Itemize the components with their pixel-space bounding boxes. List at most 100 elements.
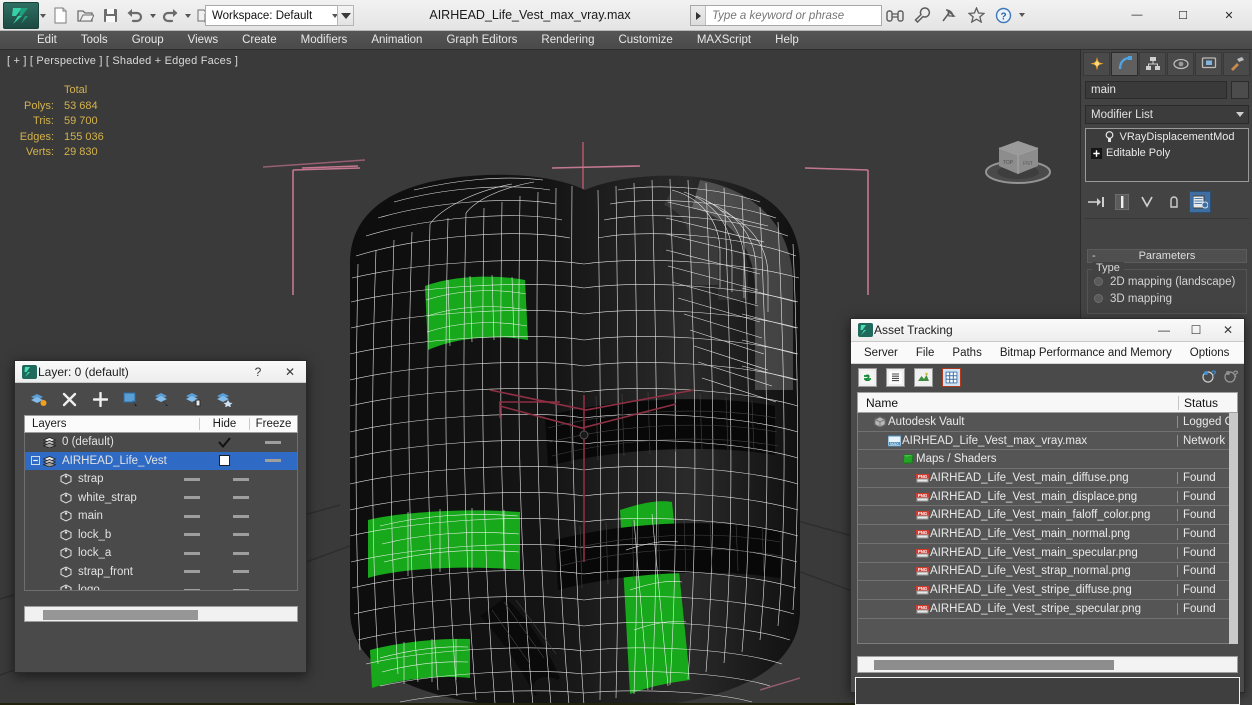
menu-item-graph-editors[interactable]: Graph Editors [434,31,529,50]
asset-row[interactable]: PNG AIRHEAD_Life_Vest_main_faloff_color.… [858,506,1237,526]
asset-row[interactable]: PNG AIRHEAD_Life_Vest_stripe_diffuse.png… [858,581,1237,600]
close-button[interactable]: ✕ [1206,0,1252,30]
layer-hide-cell[interactable] [167,551,217,555]
asset-row[interactable]: PNG AIRHEAD_Life_Vest_strap_normal.png F… [858,562,1237,582]
modifier-list-dropdown[interactable]: Modifier List [1085,105,1249,124]
menu-item-animation[interactable]: Animation [359,31,434,50]
asset-row[interactable]: PNG AIRHEAD_Life_Vest_stripe_specular.pn… [858,599,1237,619]
layer-row[interactable]: lock_a [25,544,297,563]
asset-dialog-title-bar[interactable]: Asset Tracking — ☐ ✕ [851,319,1244,342]
thumbnail-view-icon[interactable] [914,367,933,387]
refresh-icon[interactable]: 2 [858,367,877,387]
motion-tab[interactable] [1167,52,1194,76]
layer-freeze-cell[interactable] [249,440,297,444]
asset-row[interactable]: Autodesk Vault Logged O [858,413,1237,432]
application-menu-caret-icon[interactable] [40,14,46,18]
menu-item-modifiers[interactable]: Modifiers [289,31,360,50]
layer-row[interactable]: main [25,507,297,526]
layer-freeze-cell[interactable] [249,459,297,463]
grid-view-icon[interactable] [942,367,961,387]
search-dropdown-arrow-icon[interactable] [691,6,706,25]
layer-hide-cell[interactable] [167,514,217,518]
asset-row[interactable]: PNG AIRHEAD_Life_Vest_main_displace.png … [858,487,1237,507]
layer-hide-cell[interactable] [167,477,217,481]
remove-modifier-icon[interactable] [1163,191,1185,213]
set-current-layer-icon[interactable] [215,390,233,408]
hierarchy-tab[interactable] [1139,52,1166,76]
parameters-rollout-header[interactable]: - Parameters [1087,249,1247,263]
search-box[interactable] [690,5,882,26]
open-file-icon[interactable] [73,4,97,28]
layer-close-button[interactable]: ✕ [274,360,306,383]
menu-item-tools[interactable]: Tools [69,31,120,50]
asset-vertical-scrollbar[interactable] [1229,413,1238,644]
asset-scrollbar-thumb[interactable] [874,660,1114,670]
select-objects-icon[interactable] [122,390,140,408]
maximize-button[interactable]: ☐ [1160,0,1206,30]
modifier-stack[interactable]: VRayDisplacementMod Editable Poly [1085,128,1249,182]
delete-layer-icon[interactable] [60,390,78,408]
asset-row[interactable]: PNG AIRHEAD_Life_Vest_main_diffuse.png F… [858,469,1237,488]
configure-modifier-sets-icon[interactable] [1189,191,1211,213]
asset-menu-bitmap-performance[interactable]: Bitmap Performance and Memory [991,342,1181,364]
layer-hide-cell[interactable] [167,496,217,500]
save-file-icon[interactable] [98,4,122,28]
utilities-tab[interactable] [1223,52,1250,76]
create-tab[interactable] [1083,52,1110,76]
asset-horizontal-scrollbar[interactable] [857,656,1238,673]
layer-row[interactable]: white_strap [25,489,297,508]
application-menu-button[interactable] [3,2,39,29]
layer-hide-checkbox[interactable] [199,455,249,467]
modifier-stack-row[interactable]: Editable Poly [1086,145,1248,161]
layer-help-button[interactable]: ? [242,360,274,383]
help-icon[interactable]: ? [992,4,1014,26]
layer-horizontal-scrollbar[interactable] [24,606,298,622]
undo-dropdown-caret-icon[interactable] [148,4,157,28]
new-layer-icon[interactable] [29,390,47,408]
layer-freeze-cell[interactable] [217,570,265,574]
layer-row[interactable]: logo [25,581,297,590]
modifier-stack-row[interactable]: VRayDisplacementMod [1086,129,1248,145]
layer-expander-icon[interactable] [29,456,41,466]
layer-freeze-cell[interactable] [217,533,265,537]
workspace-dropdown-button[interactable] [337,5,354,26]
menu-item-maxscript[interactable]: MAXScript [685,31,763,50]
layer-hide-cell[interactable] [167,570,217,574]
layer-row[interactable]: lock_b [25,526,297,545]
radio-3d-mapping[interactable]: 3D mapping [1094,290,1240,307]
help-dropdown-caret-icon[interactable] [1019,13,1025,17]
add-to-layer-icon[interactable] [91,390,109,408]
layer-list[interactable]: 0 (default) AIRHEAD_Life_Vest strap whit… [24,433,298,591]
layer-freeze-cell[interactable] [217,514,265,518]
redo-icon[interactable] [158,4,182,28]
binoculars-icon[interactable] [884,4,906,26]
make-unique-icon[interactable] [1137,191,1159,213]
menu-item-rendering[interactable]: Rendering [529,31,606,50]
asset-minimize-button[interactable]: — [1148,319,1180,342]
plus-box-icon[interactable] [1089,147,1103,159]
display-tab[interactable] [1195,52,1222,76]
asset-menu-options[interactable]: Options [1181,342,1239,364]
asset-menu-paths[interactable]: Paths [943,342,990,364]
help-gray-icon[interactable]: ? [1224,368,1239,386]
select-highlight-icon[interactable] [153,390,171,408]
layer-row[interactable]: AIRHEAD_Life_Vest [25,451,297,470]
search-input[interactable] [706,7,878,24]
highlight-selected-icon[interactable] [184,390,202,408]
star-icon[interactable] [965,4,987,26]
menu-item-edit[interactable]: Edit [25,31,69,50]
object-color-swatch[interactable] [1231,81,1249,99]
layer-row[interactable]: strap [25,470,297,489]
asset-row[interactable]: MAX AIRHEAD_Life_Vest_max_vray.max Netwo… [858,431,1237,451]
layer-freeze-cell[interactable] [217,588,265,590]
menu-item-create[interactable]: Create [230,31,289,50]
menu-item-group[interactable]: Group [120,31,176,50]
viewport-label[interactable]: [ + ] [ Perspective ] [ Shaded + Edged F… [7,55,238,67]
show-end-result-icon[interactable] [1111,191,1133,213]
asset-row[interactable]: PNG AIRHEAD_Life_Vest_main_specular.png … [858,543,1237,563]
layer-freeze-cell[interactable] [217,477,265,481]
layer-freeze-cell[interactable] [217,551,265,555]
new-file-icon[interactable] [48,4,72,28]
layer-scrollbar-thumb[interactable] [43,610,198,620]
layer-row[interactable]: 0 (default) [25,433,297,452]
